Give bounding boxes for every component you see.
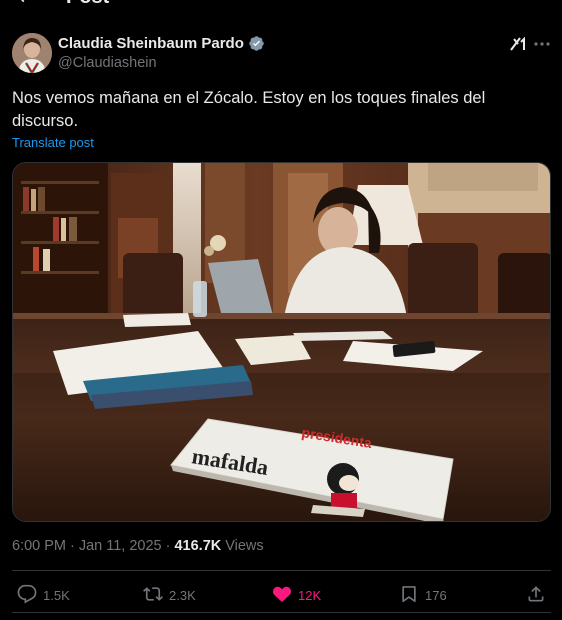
- divider-top: [12, 570, 551, 571]
- share-icon: [526, 584, 546, 607]
- heart-icon: [272, 584, 292, 607]
- author-name-row[interactable]: Claudia Sheinbaum Pardo: [58, 35, 265, 52]
- like-button[interactable]: 12K: [272, 584, 321, 607]
- verified-badge-icon: [248, 35, 265, 52]
- like-count: 12K: [298, 588, 322, 603]
- post-meta: 6:00 PM · Jan 11, 2025 · 416.7K Views: [12, 538, 264, 554]
- author-handle[interactable]: @Claudiashein: [58, 55, 157, 71]
- divider-bottom: [12, 612, 551, 613]
- author-display-name[interactable]: Claudia Sheinbaum Pardo: [58, 35, 244, 52]
- meta-separator: ·: [70, 538, 75, 554]
- top-bar: Post: [0, 0, 562, 10]
- page-title: Post: [66, 0, 109, 8]
- avatar[interactable]: [12, 33, 52, 73]
- share-button[interactable]: [526, 584, 546, 607]
- action-bar: 1.5K 2.3K 12K 176: [0, 578, 562, 610]
- reply-button[interactable]: 1.5K: [17, 584, 70, 607]
- bookmark-icon: [399, 584, 419, 607]
- views-label: Views: [225, 538, 264, 554]
- back-arrow-icon[interactable]: [14, 0, 34, 6]
- views-count: 416.7K: [174, 538, 222, 554]
- bookmark-count: 176: [425, 588, 447, 603]
- reply-count: 1.5K: [43, 588, 70, 603]
- post-image[interactable]: mafalda presidenta: [12, 162, 551, 522]
- repost-count: 2.3K: [169, 588, 196, 603]
- translate-post-link[interactable]: Translate post: [12, 135, 94, 150]
- post-text: Nos vemos mañana en el Zócalo. Estoy en …: [12, 89, 486, 130]
- repost-button[interactable]: 2.3K: [143, 584, 196, 607]
- reply-icon: [17, 584, 37, 607]
- repost-icon: [143, 584, 163, 607]
- more-options-icon[interactable]: [532, 34, 552, 54]
- meta-separator-2: ·: [165, 538, 171, 554]
- post-date[interactable]: Jan 11, 2025: [79, 538, 162, 554]
- post-time[interactable]: 6:00 PM: [12, 538, 66, 554]
- grok-icon[interactable]: [508, 34, 528, 54]
- bookmark-button[interactable]: 176: [399, 584, 447, 607]
